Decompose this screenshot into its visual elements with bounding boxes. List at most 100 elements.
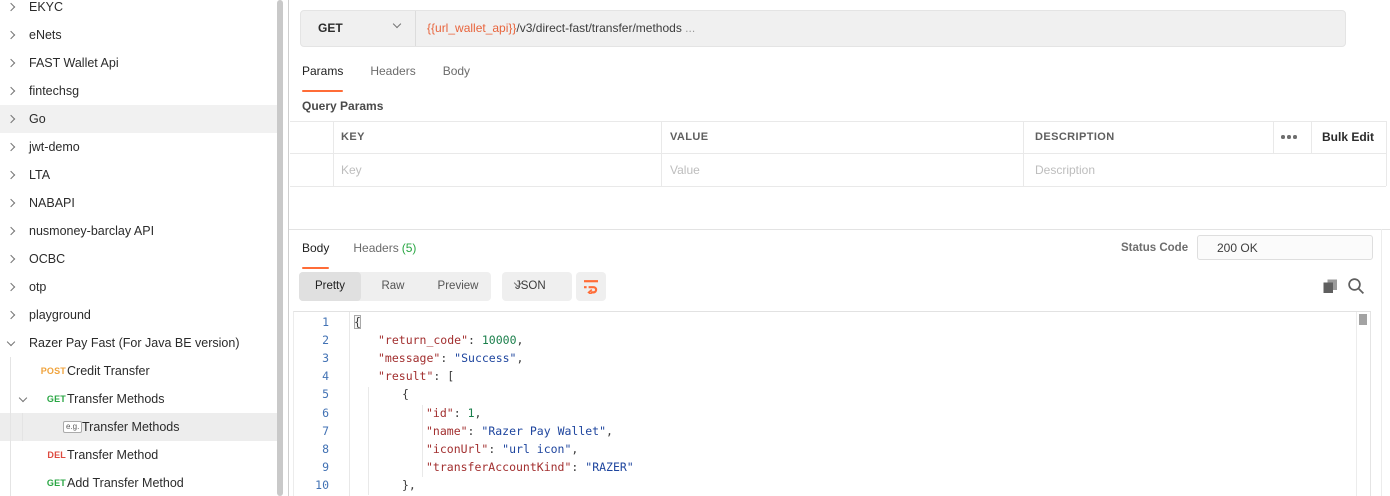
chevron-right-icon[interactable] xyxy=(7,59,15,67)
line-number: 9 xyxy=(294,460,349,474)
param-value-input[interactable]: Value xyxy=(670,163,700,177)
tab-response-headers[interactable]: Headers(5) xyxy=(353,241,416,255)
format-dropdown[interactable]: JSON xyxy=(502,272,572,301)
bulk-edit-button[interactable]: Bulk Edit xyxy=(1322,130,1374,144)
wrap-text-button[interactable] xyxy=(576,272,606,301)
editor-scrollbar-thumb[interactable] xyxy=(1359,314,1367,325)
chevron-right-icon[interactable] xyxy=(7,311,15,319)
code-line-1: 1{ xyxy=(294,314,1370,332)
table-border xyxy=(290,153,1386,154)
sidebar-item-credit-transfer[interactable]: POSTCredit Transfer xyxy=(0,357,278,385)
active-tab-underline xyxy=(302,90,343,92)
method-badge-post: POST xyxy=(36,366,66,376)
method-dropdown[interactable]: GET xyxy=(301,11,416,46)
chevron-right-icon[interactable] xyxy=(7,283,15,291)
sidebar-item-add-transfer-method[interactable]: GETAdd Transfer Method xyxy=(0,469,278,496)
method-badge-del: DEL xyxy=(36,450,66,460)
sidebar-item-label: Go xyxy=(29,112,46,126)
request-url-bar: GET {{url_wallet_api}}/v3/direct-fast/tr… xyxy=(300,10,1346,47)
sidebar-item-label: FAST Wallet Api xyxy=(29,56,119,70)
param-description-input[interactable]: Description xyxy=(1035,163,1095,177)
chevron-down-icon[interactable] xyxy=(7,338,15,346)
table-border xyxy=(661,121,662,186)
line-number: 4 xyxy=(294,369,349,383)
code-line-text: { xyxy=(354,315,361,329)
sidebar-item-label: Credit Transfer xyxy=(67,364,150,378)
chevron-right-icon[interactable] xyxy=(7,171,15,179)
sidebar-item-label: NABAPI xyxy=(29,196,75,210)
code-line-text: }, xyxy=(354,478,416,492)
tab-response-body[interactable]: Body xyxy=(302,241,329,255)
sidebar-item-lta[interactable]: LTA xyxy=(0,161,278,189)
tab-params[interactable]: Params xyxy=(302,64,343,78)
code-line-10: 10}, xyxy=(294,477,1370,495)
chevron-right-icon[interactable] xyxy=(7,255,15,263)
url-input[interactable]: {{url_wallet_api}}/v3/direct-fast/transf… xyxy=(427,21,695,35)
view-mode-raw[interactable]: Raw xyxy=(361,272,425,301)
line-number: 1 xyxy=(294,315,349,329)
table-border xyxy=(1386,121,1387,186)
tree-indent-guide xyxy=(10,357,11,496)
line-number: 2 xyxy=(294,333,349,347)
sidebar-item-razer-pay-fast-for-java-be-version[interactable]: Razer Pay Fast (For Java BE version) xyxy=(0,329,278,357)
code-line-text: { xyxy=(354,387,409,401)
sidebar-item-label: Transfer Methods xyxy=(82,420,180,434)
view-mode-preview[interactable]: Preview xyxy=(425,272,491,301)
query-params-title: Query Params xyxy=(302,99,383,113)
chevron-right-icon[interactable] xyxy=(7,115,15,123)
sidebar-item-fintechsg[interactable]: fintechsg xyxy=(0,77,278,105)
code-line-9: 9 "transferAccountKind": "RAZER" xyxy=(294,459,1370,477)
chevron-down-icon[interactable] xyxy=(19,394,27,402)
chevron-right-icon[interactable] xyxy=(7,199,15,207)
chevron-down-icon xyxy=(393,20,401,28)
view-mode-pretty[interactable]: Pretty xyxy=(299,272,361,301)
line-number: 10 xyxy=(294,478,349,492)
code-line-text: "transferAccountKind": "RAZER" xyxy=(354,460,634,474)
sidebar-item-transfer-methods[interactable]: e.g.Transfer Methods xyxy=(0,413,278,441)
sidebar-item-go[interactable]: Go xyxy=(0,105,278,133)
tab-body[interactable]: Body xyxy=(443,64,470,78)
sidebar-item-label: fintechsg xyxy=(29,84,79,98)
more-options-icon[interactable] xyxy=(1281,135,1297,139)
sidebar-item-transfer-methods[interactable]: GETTransfer Methods xyxy=(0,385,278,413)
sidebar-item-transfer-method[interactable]: DELTransfer Method xyxy=(0,441,278,469)
chevron-right-icon[interactable] xyxy=(7,87,15,95)
chevron-right-icon[interactable] xyxy=(7,3,15,11)
chevron-right-icon[interactable] xyxy=(7,227,15,235)
code-line-text: "return_code": 10000, xyxy=(354,333,523,347)
table-border xyxy=(1311,121,1312,153)
sidebar-item-ocbc[interactable]: OCBC xyxy=(0,245,278,273)
code-line-2: 2 "return_code": 10000, xyxy=(294,332,1370,350)
sidebar-scrollbar[interactable] xyxy=(277,0,283,496)
table-border xyxy=(333,121,334,186)
sidebar-item-playground[interactable]: playground xyxy=(0,301,278,329)
table-border xyxy=(290,121,1386,122)
url-truncation: ... xyxy=(682,21,695,35)
sidebar-item-label: otp xyxy=(29,280,46,294)
sidebar-item-otp[interactable]: otp xyxy=(0,273,278,301)
tab-headers[interactable]: Headers xyxy=(370,64,415,78)
sidebar-item-label: Razer Pay Fast (For Java BE version) xyxy=(29,336,239,350)
search-icon[interactable] xyxy=(1347,277,1365,295)
example-badge-icon: e.g. xyxy=(63,421,82,433)
code-line-text: "result": [ xyxy=(354,369,454,383)
column-header-key: KEY xyxy=(341,131,365,143)
sidebar-item-label: Transfer Method xyxy=(67,448,158,462)
copy-icon[interactable] xyxy=(1322,278,1339,295)
table-border xyxy=(1273,121,1274,153)
sidebar-item-jwt-demo[interactable]: jwt-demo xyxy=(0,133,278,161)
wrap-text-icon xyxy=(583,279,599,294)
sidebar-item-ekyc[interactable]: EKYC xyxy=(0,0,278,21)
editor-scrollbar[interactable] xyxy=(1356,312,1370,496)
response-body-editor[interactable]: 1{2"return_code": 10000,3"message": "Suc… xyxy=(293,311,1371,496)
chevron-right-icon[interactable] xyxy=(7,31,15,39)
code-line-text: "id": 1, xyxy=(354,406,481,420)
sidebar-item-fast-wallet-api[interactable]: FAST Wallet Api xyxy=(0,49,278,77)
sidebar-item-nabapi[interactable]: NABAPI xyxy=(0,189,278,217)
sidebar-item-label: Add Transfer Method xyxy=(67,476,184,490)
sidebar-item-enets[interactable]: eNets xyxy=(0,21,278,49)
param-key-input[interactable]: Key xyxy=(341,163,362,177)
status-code-select[interactable]: 200 OK xyxy=(1197,235,1373,260)
sidebar-item-nusmoney-barclay-api[interactable]: nusmoney-barclay API xyxy=(0,217,278,245)
chevron-right-icon[interactable] xyxy=(7,143,15,151)
